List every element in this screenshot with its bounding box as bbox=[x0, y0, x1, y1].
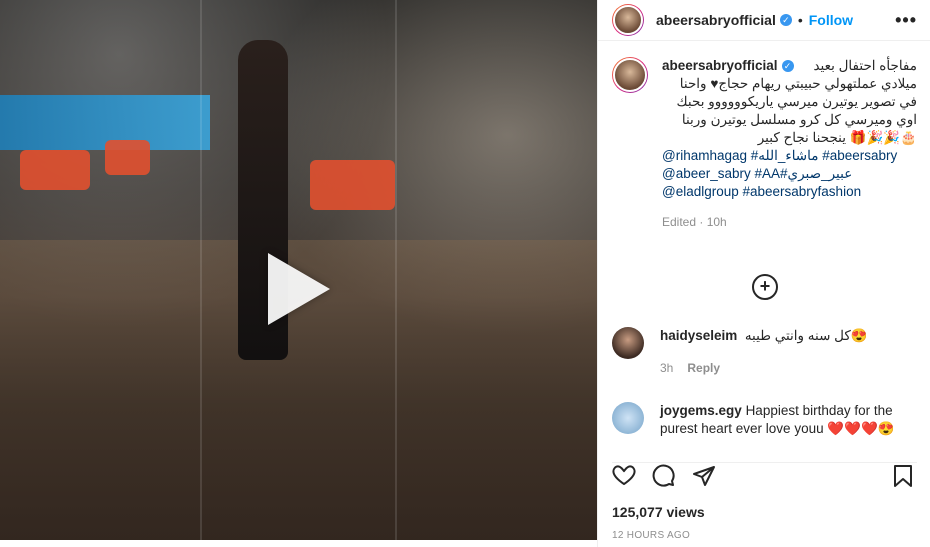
video-player[interactable] bbox=[0, 0, 597, 540]
verified-badge-icon: ✓ bbox=[781, 60, 794, 73]
video-scene-chair bbox=[105, 140, 150, 175]
post-actions-bar bbox=[612, 462, 917, 489]
play-icon[interactable] bbox=[268, 253, 330, 325]
comment-avatar[interactable] bbox=[612, 327, 644, 359]
add-comment-icon[interactable]: + bbox=[752, 274, 778, 300]
comment-time: 3h bbox=[660, 361, 674, 375]
caption-hashtags[interactable]: @eladlgroup #abeersabryfashion bbox=[662, 183, 917, 201]
comment-item: joygems.egy Happiest birthday for the pu… bbox=[612, 402, 910, 438]
reply-button[interactable]: Reply bbox=[687, 361, 720, 375]
comment-username[interactable]: joygems.egy bbox=[660, 403, 742, 418]
post-timestamp: 12 HOURS AGO bbox=[612, 530, 691, 541]
caption-line: اوي وميرسي كل كرو مسلسل يوتيرن وربنا bbox=[681, 112, 917, 127]
caption-line: في تصوير يوتيرن ميرسي ياريكوووووو بحبك bbox=[676, 94, 917, 109]
comment-username[interactable]: haidyseleim bbox=[660, 328, 737, 343]
save-icon[interactable] bbox=[892, 464, 914, 494]
comment-item: haidyseleim كل سنه وانتي طيبه😍 3h Reply bbox=[612, 327, 910, 377]
more-options-icon[interactable]: ••• bbox=[895, 10, 917, 31]
header-username[interactable]: abeersabryofficial bbox=[656, 12, 776, 28]
share-icon[interactable] bbox=[692, 464, 716, 494]
heart-icon[interactable] bbox=[612, 464, 636, 492]
caption-username[interactable]: abeersabryofficial bbox=[662, 58, 778, 73]
verified-badge-icon: ✓ bbox=[779, 14, 792, 26]
caption-hashtags[interactable]: @abeer_sabry #AA#عبير_صبري bbox=[662, 165, 917, 183]
post-side-panel: abeersabryofficial ✓ • Follow ••• abeers… bbox=[597, 0, 930, 547]
caption-hashtags[interactable]: @rihamhagag #ماشاء_الله #abeersabry bbox=[662, 147, 917, 165]
edited-timestamp: Edited · 10h bbox=[662, 215, 727, 229]
view-count[interactable]: 125,077 views bbox=[612, 504, 705, 520]
video-scene-glass bbox=[200, 0, 202, 540]
caption-line: 🎂🎉🎉🎁 ينجحنا نجاح كبير bbox=[757, 130, 917, 145]
post-caption: abeersabryofficial ✓ مفاجأه احتفال بعيد م… bbox=[598, 41, 930, 231]
video-scene-glass bbox=[395, 0, 397, 540]
post-header: abeersabryofficial ✓ • Follow ••• bbox=[598, 0, 930, 41]
video-scene-chair bbox=[20, 150, 90, 190]
comment-text: كل سنه وانتي طيبه😍 bbox=[744, 328, 868, 343]
caption-avatar[interactable] bbox=[612, 57, 648, 93]
caption-line: ميلادي عملتهولي حبيبتي ريهام حجاج♥ واحنا bbox=[679, 76, 917, 91]
comment-icon[interactable] bbox=[652, 464, 676, 494]
comment-avatar[interactable] bbox=[612, 402, 644, 434]
caption-line: مفاجأه احتفال بعيد bbox=[813, 58, 917, 73]
follow-button[interactable]: Follow bbox=[809, 12, 853, 28]
avatar[interactable] bbox=[612, 4, 644, 36]
video-scene-chair bbox=[310, 160, 395, 210]
header-separator: • bbox=[797, 12, 803, 28]
